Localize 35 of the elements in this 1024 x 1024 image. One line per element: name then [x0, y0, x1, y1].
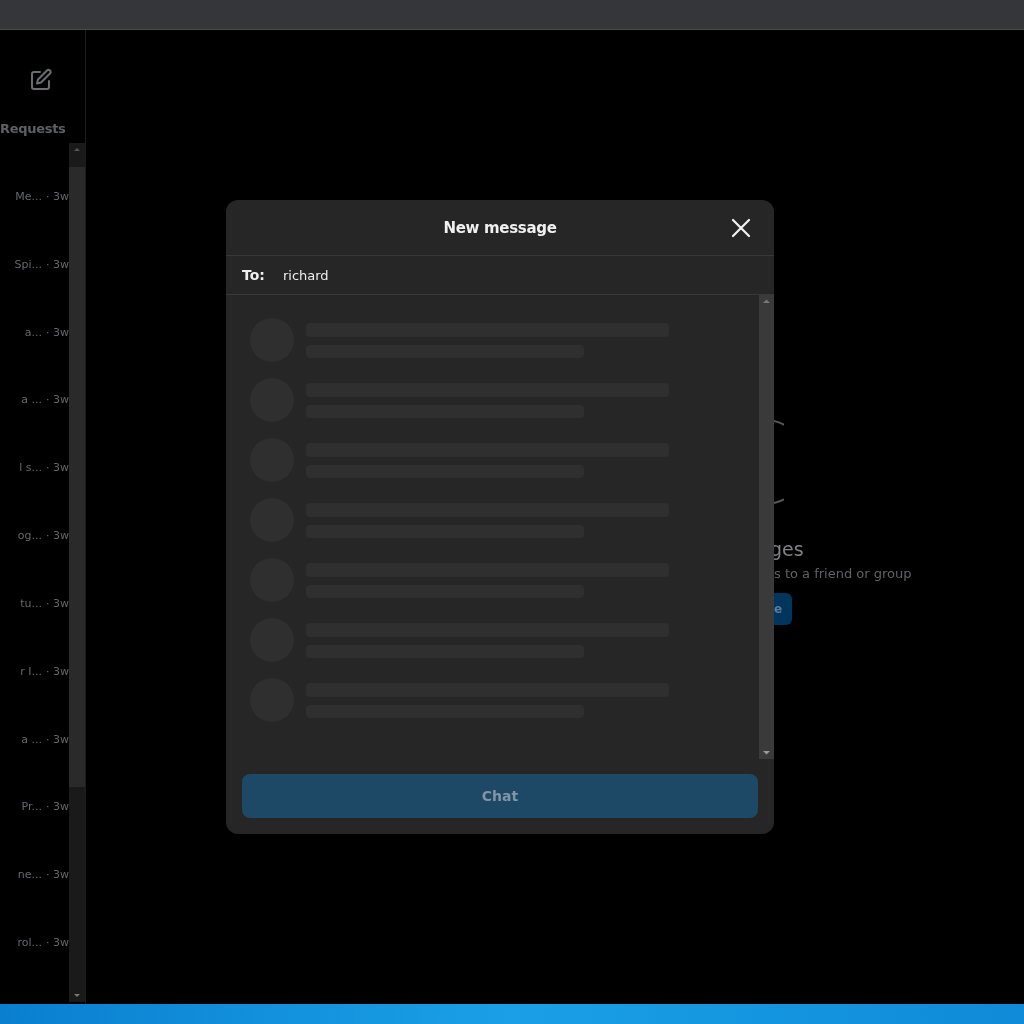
- empty-state-text: s to a friend or group: [774, 566, 912, 581]
- message-time: · 3w: [46, 461, 69, 475]
- message-time: · 3w: [46, 800, 69, 814]
- message-preview: a ...: [21, 393, 42, 407]
- close-icon[interactable]: [730, 217, 752, 239]
- message-preview: Spi...: [14, 257, 42, 271]
- message-preview: rol...: [17, 936, 42, 950]
- message-time: · 3w: [46, 732, 69, 746]
- message-preview: l s...: [19, 461, 42, 475]
- message-time: · 3w: [46, 325, 69, 339]
- message-time: · 3w: [46, 664, 69, 678]
- send-message-button[interactable]: e: [774, 593, 793, 625]
- recipient-search-field[interactable]: richard: [282, 267, 774, 283]
- message-time: · 3w: [46, 529, 69, 543]
- scrollbar[interactable]: [69, 143, 85, 1002]
- message-preview: r I...: [20, 664, 42, 678]
- circle-outline-icon: [774, 420, 784, 504]
- message-time: · 3w: [46, 936, 69, 950]
- message-time: · 3w: [46, 868, 69, 882]
- message-preview: a...: [24, 325, 42, 339]
- message-time: · 3w: [46, 190, 69, 203]
- message-preview: Pr...: [21, 800, 42, 814]
- compose-icon[interactable]: [29, 67, 53, 92]
- to-label: To:: [242, 267, 265, 283]
- scrollbar[interactable]: [759, 295, 774, 759]
- message-preview: Me...: [15, 190, 42, 203]
- message-time: · 3w: [46, 596, 69, 610]
- message-preview: a ...: [21, 732, 42, 746]
- dialog-title: New message: [443, 218, 557, 237]
- message-preview: og...: [17, 529, 42, 543]
- message-preview: tu...: [20, 596, 42, 610]
- message-time: · 3w: [46, 257, 69, 271]
- message-time: · 3w: [46, 393, 69, 407]
- requests-tab[interactable]: Requests: [0, 113, 85, 143]
- message-preview: ne...: [17, 868, 42, 882]
